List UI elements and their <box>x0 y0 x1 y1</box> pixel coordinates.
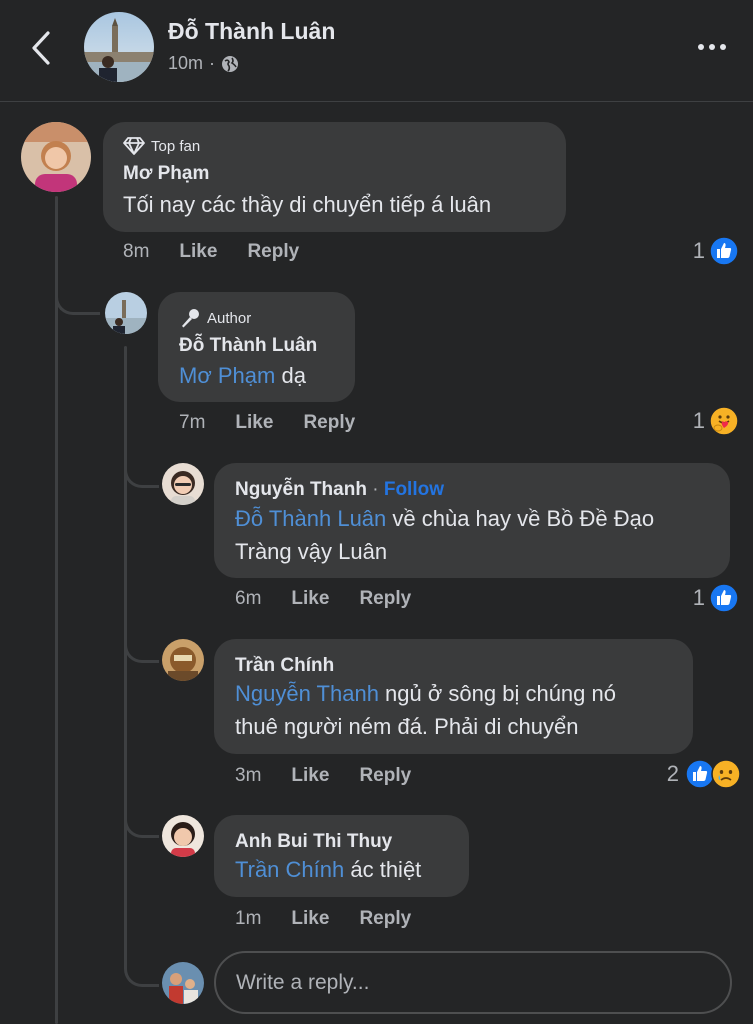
comment-line: Tràng vậy Luân <box>235 539 388 564</box>
commenter-name[interactable]: Mơ Phạm <box>123 163 209 185</box>
commenter-avatar[interactable] <box>162 815 204 857</box>
top-fan-badge: Top fan <box>123 137 200 155</box>
reply-button[interactable]: Reply <box>359 765 411 787</box>
comment-body: ác thiệt <box>344 857 422 882</box>
care-icon <box>709 406 739 436</box>
dot-icon <box>709 44 715 50</box>
comment-text: Tối nay các thầy di chuyển tiếp á luân <box>123 192 492 217</box>
header-divider <box>0 101 753 102</box>
thread-connector <box>55 270 100 315</box>
commenter-avatar[interactable] <box>105 292 147 334</box>
reaction-count: 2 <box>666 761 679 786</box>
reaction-count: 1 <box>692 585 705 610</box>
commenter-header: Nguyễn Thanh · Follow <box>235 479 444 501</box>
commenter-avatar[interactable] <box>162 463 204 505</box>
post-time: 10m <box>168 53 204 73</box>
back-button[interactable] <box>28 28 56 68</box>
like-button[interactable]: Like <box>291 588 329 610</box>
comment-text: Nguyễn Thanh ngủ ở sông bị chúng nó thuê… <box>235 677 685 743</box>
comment-actions: 3m Like Reply <box>235 765 411 787</box>
like-button[interactable]: Like <box>179 241 217 263</box>
comment-body: về chùa hay về Bồ Đề Đạo <box>386 506 655 531</box>
reply-button[interactable]: Reply <box>359 908 411 930</box>
like-button[interactable]: Like <box>291 908 329 930</box>
reply-button[interactable]: Reply <box>359 588 411 610</box>
comment-text: Đỗ Thành Luân về chùa hay về Bồ Đề Đạo T… <box>235 502 715 568</box>
comment-text: Mơ Phạm dạ <box>179 359 306 392</box>
dot-icon <box>698 44 704 50</box>
comment-actions: 8m Like Reply <box>123 241 299 263</box>
comment-time: 6m <box>235 588 262 609</box>
mention-link[interactable]: Nguyễn Thanh <box>235 681 379 706</box>
globe-icon <box>222 55 239 72</box>
comment-bubble: Trần Chính Nguyễn Thanh ngủ ở sông bị ch… <box>214 639 693 754</box>
comment-body: ngủ ở sông bị chúng nó <box>378 681 616 706</box>
commenter-name[interactable]: Trần Chính <box>235 655 334 677</box>
reaction-count: 1 <box>692 238 705 263</box>
comment-time: 7m <box>179 412 206 433</box>
comment-line: Nguyễn Thanh ngủ ở sông bị chúng nó <box>235 677 685 710</box>
commenter-name[interactable]: Anh Bui Thi Thuy <box>235 831 392 853</box>
comment-bubble: Nguyễn Thanh · Follow Đỗ Thành Luân về c… <box>214 463 730 578</box>
more-options-button[interactable] <box>690 30 734 64</box>
badge-label: Author <box>207 309 252 327</box>
commenter-avatar[interactable] <box>162 639 204 681</box>
diamond-icon <box>123 137 145 155</box>
thread-line <box>55 196 58 1024</box>
commenter-avatar[interactable] <box>21 122 91 192</box>
comment-line: Đỗ Thành Luân về chùa hay về Bồ Đề Đạo <box>235 502 715 535</box>
comment-actions: 6m Like Reply <box>235 588 411 610</box>
comment-time: 8m <box>123 241 150 262</box>
dot-icon <box>720 44 726 50</box>
comment-time: 1m <box>235 908 262 929</box>
author-avatar[interactable] <box>84 12 154 82</box>
comment-bubble: Top fan Mơ Phạm Tối nay các thầy di chuy… <box>103 122 566 232</box>
like-button[interactable]: Like <box>235 412 273 434</box>
reply-button[interactable]: Reply <box>303 412 355 434</box>
reaction-summary[interactable]: 1 <box>693 236 739 266</box>
commenter-name[interactable]: Đỗ Thành Luân <box>179 335 317 357</box>
reaction-summary[interactable]: 1 <box>693 406 739 436</box>
thread-connector <box>124 445 159 488</box>
reaction-count: 1 <box>692 408 705 433</box>
mention-link[interactable]: Mơ Phạm <box>179 363 275 388</box>
badge-label: Top fan <box>151 137 201 155</box>
follow-button[interactable]: Follow <box>384 479 444 500</box>
thread-connector <box>124 795 159 838</box>
meta-separator: · <box>209 53 216 73</box>
like-icon <box>709 236 739 266</box>
mention-link[interactable]: Đỗ Thành Luân <box>235 506 386 531</box>
comment-body: dạ <box>275 363 306 388</box>
thread-connector <box>124 942 159 987</box>
follow-separator: · <box>366 479 384 500</box>
comment-actions: 1m Like Reply <box>235 908 411 930</box>
reply-button[interactable]: Reply <box>247 241 299 263</box>
comment-bubble: Author Đỗ Thành Luân Mơ Phạm dạ <box>158 292 355 402</box>
comment-actions: 7m Like Reply <box>179 412 355 434</box>
post-meta: 10m · <box>168 53 239 74</box>
comment-line: thuê người ném đá. Phải di chuyển <box>235 714 579 739</box>
like-icon <box>709 583 739 613</box>
comment-text: Trần Chính ác thiệt <box>235 853 421 886</box>
microphone-icon <box>182 309 199 328</box>
chevron-left-icon <box>32 31 50 65</box>
comment-bubble: Anh Bui Thi Thuy Trần Chính ác thiệt <box>214 815 469 897</box>
reaction-summary[interactable]: 2 <box>667 759 741 789</box>
mention-link[interactable]: Trần Chính <box>235 857 344 882</box>
commenter-name[interactable]: Nguyễn Thanh <box>235 479 367 500</box>
author-badge: Author <box>179 307 251 329</box>
sad-icon <box>711 759 741 789</box>
reply-input[interactable] <box>214 951 732 1014</box>
like-button[interactable]: Like <box>291 765 329 787</box>
thread-connector <box>124 620 159 663</box>
my-avatar <box>162 962 204 1004</box>
reaction-summary[interactable]: 1 <box>693 583 739 613</box>
comment-time: 3m <box>235 765 262 786</box>
author-name[interactable]: Đỗ Thành Luân <box>168 18 335 45</box>
